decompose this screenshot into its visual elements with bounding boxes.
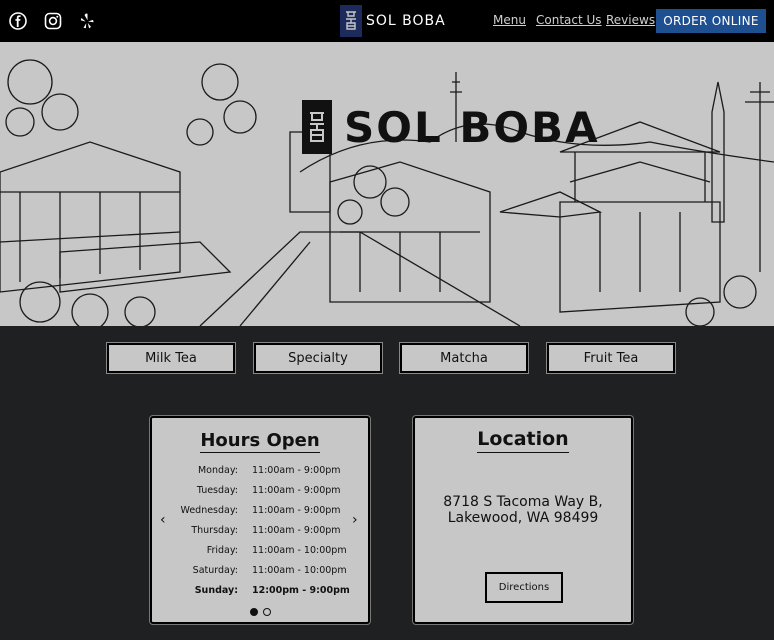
hours-day: Sunday: xyxy=(194,584,238,596)
hours-day: Friday: xyxy=(206,544,238,556)
category-specialty-button[interactable]: Specialty xyxy=(254,343,382,373)
hours-time: 11:00am - 10:00pm xyxy=(252,564,347,576)
location-title-text: Location xyxy=(477,428,569,453)
hours-card: Hours Open ‹ › Monday: 11:00am - 9:00pm T… xyxy=(150,416,370,624)
hours-row: Tuesday: 11:00am - 9:00pm xyxy=(170,480,350,500)
hours-day: Thursday: xyxy=(191,524,238,536)
hours-row: Friday: 11:00am - 10:00pm xyxy=(170,540,350,560)
brand-mark-icon xyxy=(340,5,362,37)
hours-time: 11:00am - 10:00pm xyxy=(252,544,347,556)
hours-time: 12:00pm - 9:00pm xyxy=(252,584,350,596)
hours-day: Tuesday: xyxy=(196,484,238,496)
hours-row: Monday: 11:00am - 9:00pm xyxy=(170,460,350,480)
address-line-1: 8718 S Tacoma Way B, xyxy=(443,494,603,510)
hours-day: Saturday: xyxy=(192,564,238,576)
hours-time: 11:00am - 9:00pm xyxy=(252,504,341,516)
hero-illustration xyxy=(0,59,774,326)
category-matcha-button[interactable]: Matcha xyxy=(400,343,528,373)
hero-title-text: SOL BOBA xyxy=(344,102,600,152)
category-milk-tea-button[interactable]: Milk Tea xyxy=(107,343,235,373)
order-online-button[interactable]: ORDER ONLINE xyxy=(656,9,766,33)
carousel-dots xyxy=(250,608,271,616)
hours-prev-arrow[interactable]: ‹ xyxy=(160,512,166,528)
brand-logo[interactable]: SOL BOBA xyxy=(340,5,446,37)
nav-contact-link[interactable]: Contact Us xyxy=(536,13,602,27)
nav-menu-link[interactable]: Menu xyxy=(493,13,526,27)
hours-time: 11:00am - 9:00pm xyxy=(252,524,341,536)
hours-next-arrow[interactable]: › xyxy=(352,512,358,528)
hours-row: Saturday: 11:00am - 10:00pm xyxy=(170,560,350,580)
hours-row: Thursday: 11:00am - 9:00pm xyxy=(170,520,350,540)
hours-title: Hours Open xyxy=(152,430,368,453)
category-buttons: Milk Tea Specialty Matcha Fruit Tea xyxy=(0,343,774,375)
hero-logo-mark-icon xyxy=(302,100,332,154)
yelp-icon[interactable] xyxy=(77,11,97,31)
address-line-2: Lakewood, WA 98499 xyxy=(447,510,599,526)
carousel-dot-2[interactable] xyxy=(263,608,271,616)
facebook-icon[interactable] xyxy=(8,11,28,31)
directions-button[interactable]: Directions xyxy=(485,572,563,603)
brand-text: SOL BOBA xyxy=(366,13,446,29)
hours-row: Wednesday: 11:00am - 9:00pm xyxy=(170,500,350,520)
nav-reviews-link[interactable]: Reviews xyxy=(606,13,655,27)
category-fruit-tea-button[interactable]: Fruit Tea xyxy=(547,343,675,373)
hero-banner: SOL BOBA xyxy=(0,42,774,326)
location-card: Location 8718 S Tacoma Way B, Lakewood, … xyxy=(413,416,633,624)
hours-day: Monday: xyxy=(197,464,238,476)
hours-day: Wednesday: xyxy=(180,504,238,516)
hours-table: Monday: 11:00am - 9:00pm Tuesday: 11:00am … xyxy=(170,460,350,600)
hours-time: 11:00am - 9:00pm xyxy=(252,464,341,476)
hero-logo-title: SOL BOBA xyxy=(302,100,600,154)
hours-title-text: Hours Open xyxy=(200,430,320,453)
carousel-dot-1[interactable] xyxy=(250,608,258,616)
location-title: Location xyxy=(415,428,631,453)
hours-row-today: Sunday: 12:00pm - 9:00pm xyxy=(170,580,350,600)
instagram-icon[interactable] xyxy=(43,11,63,31)
hours-time: 11:00am - 9:00pm xyxy=(252,484,341,496)
top-navigation-bar: SOL BOBA Menu Contact Us Reviews ORDER O… xyxy=(0,0,774,42)
